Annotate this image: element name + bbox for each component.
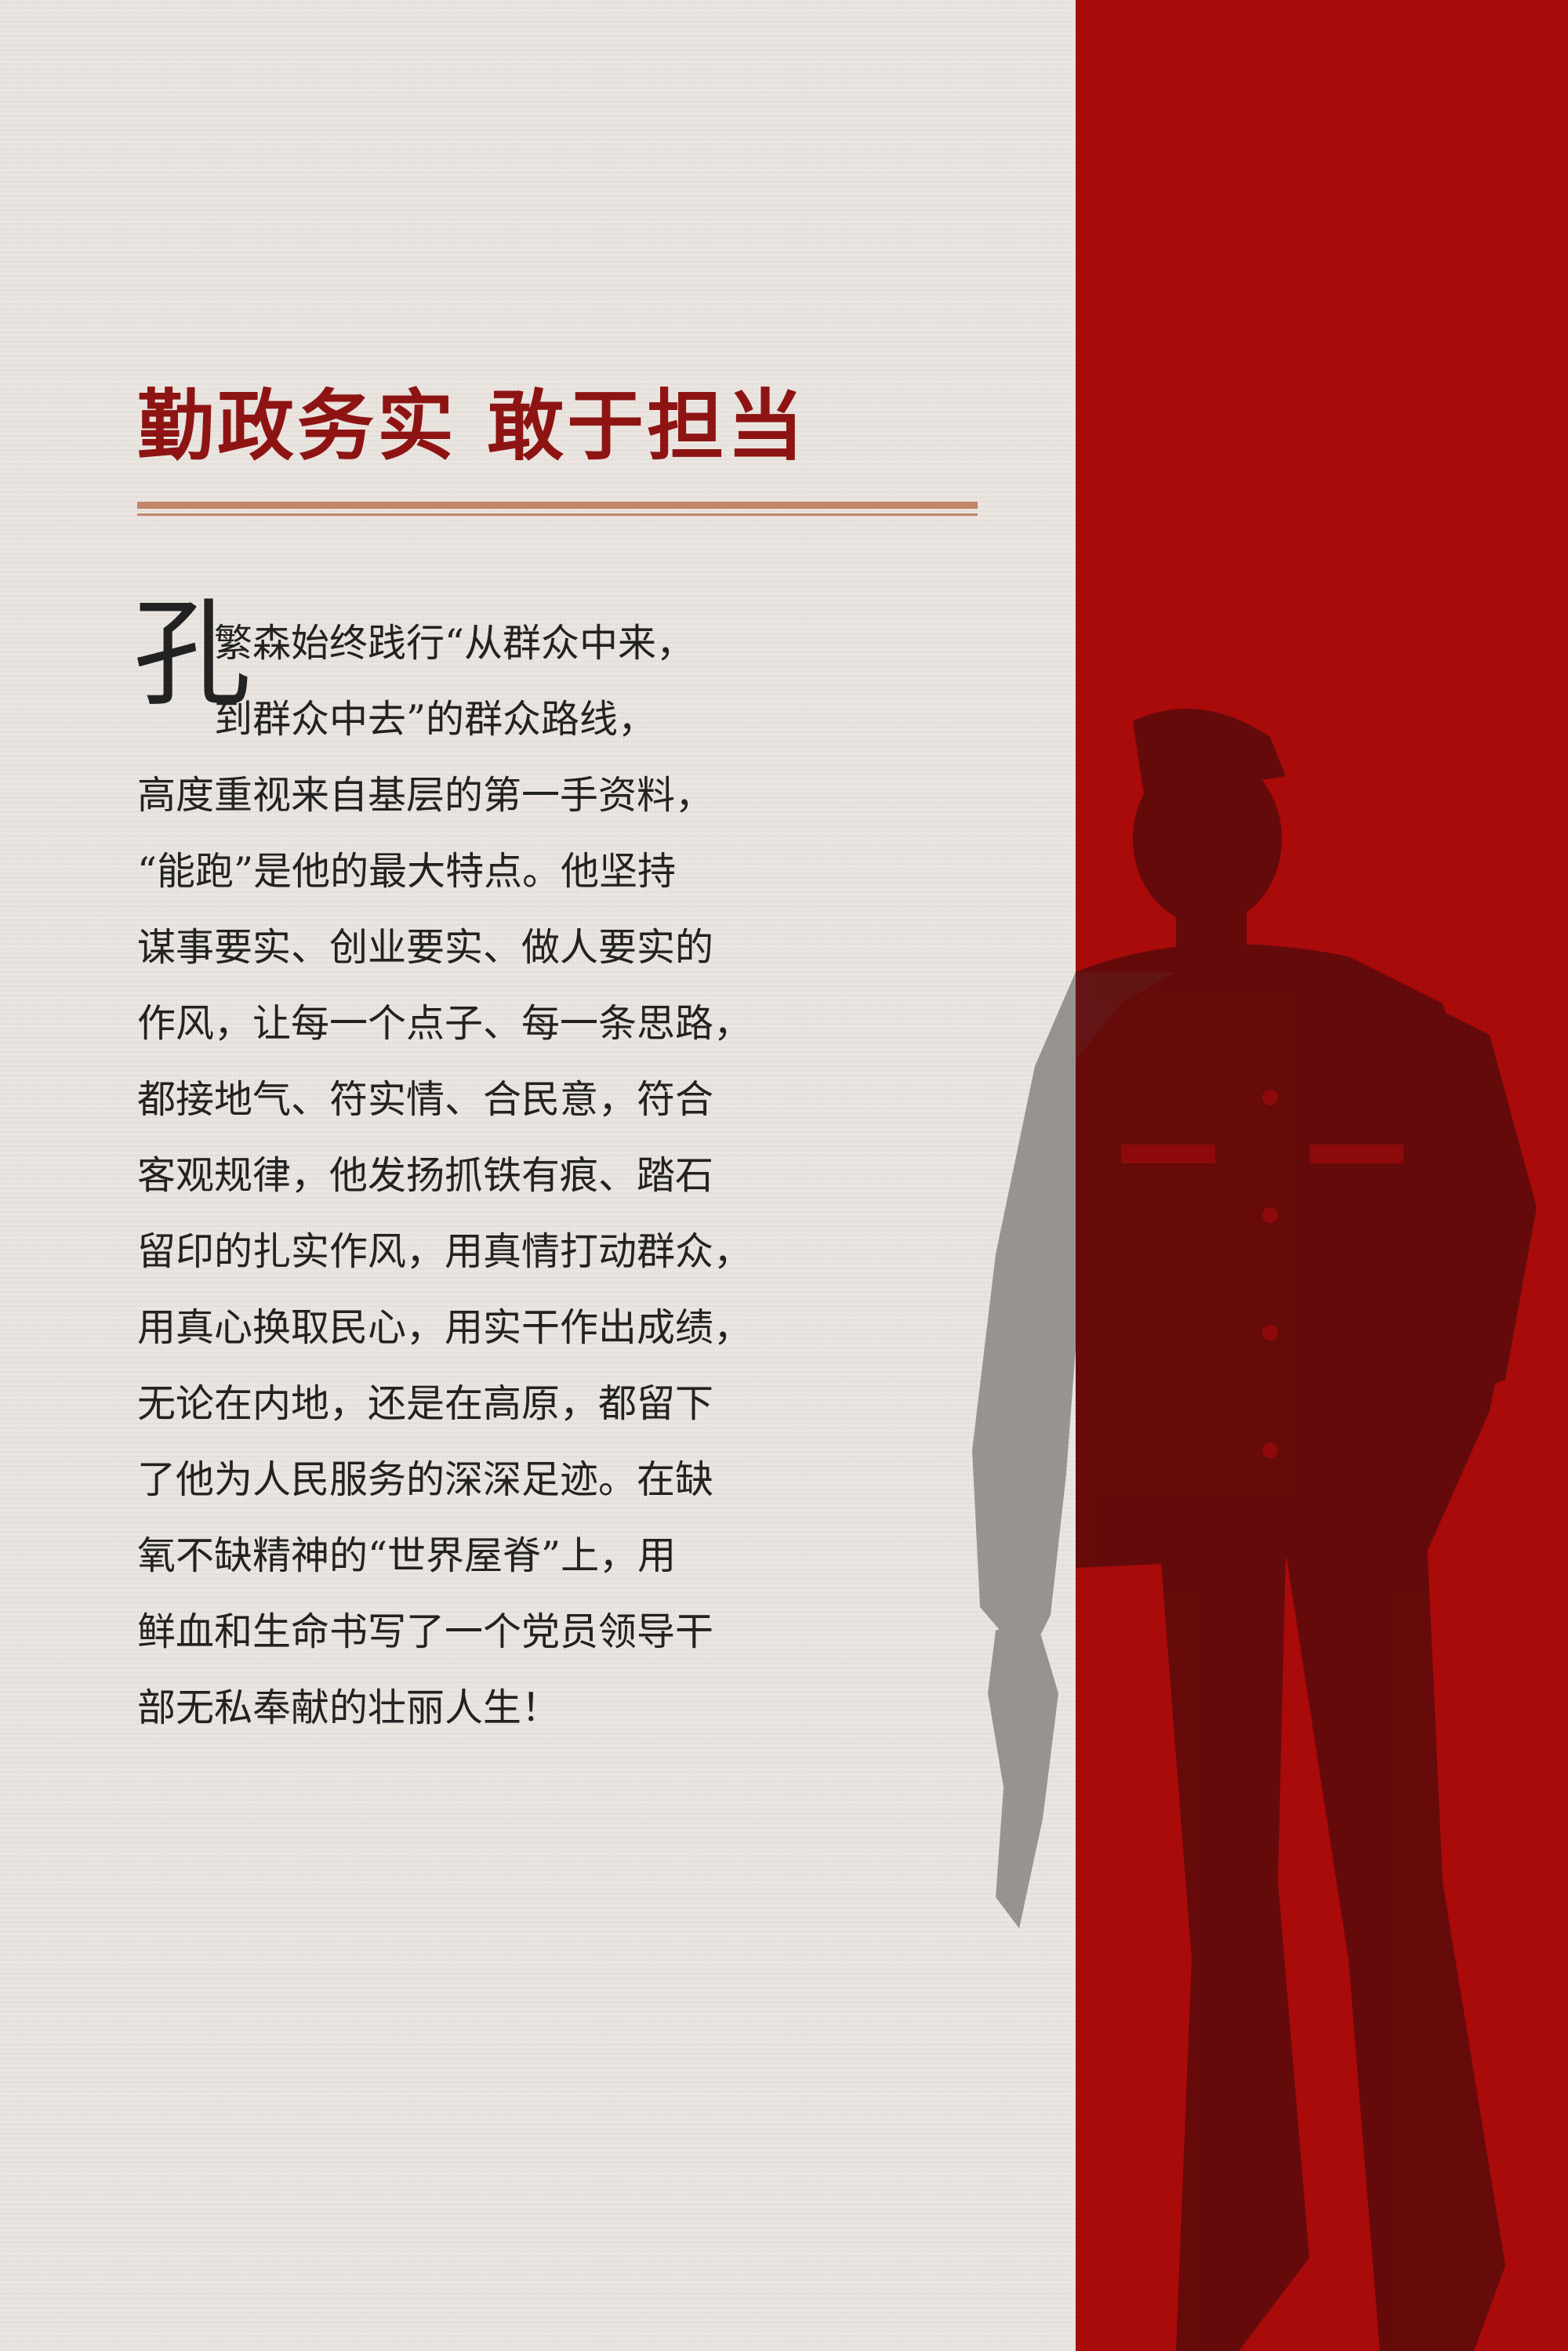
body-paragraph: 繁森始终践行“从群众中来， 到群众中去”的群众路线， 高度重视来自基层的第一手资… xyxy=(137,621,753,1730)
page-title: 勤政务实 敢于担当 xyxy=(137,382,808,471)
title-divider-thick xyxy=(137,502,978,509)
title-divider-thin xyxy=(137,513,978,516)
standing-man-silhouette-icon xyxy=(941,706,1568,2351)
